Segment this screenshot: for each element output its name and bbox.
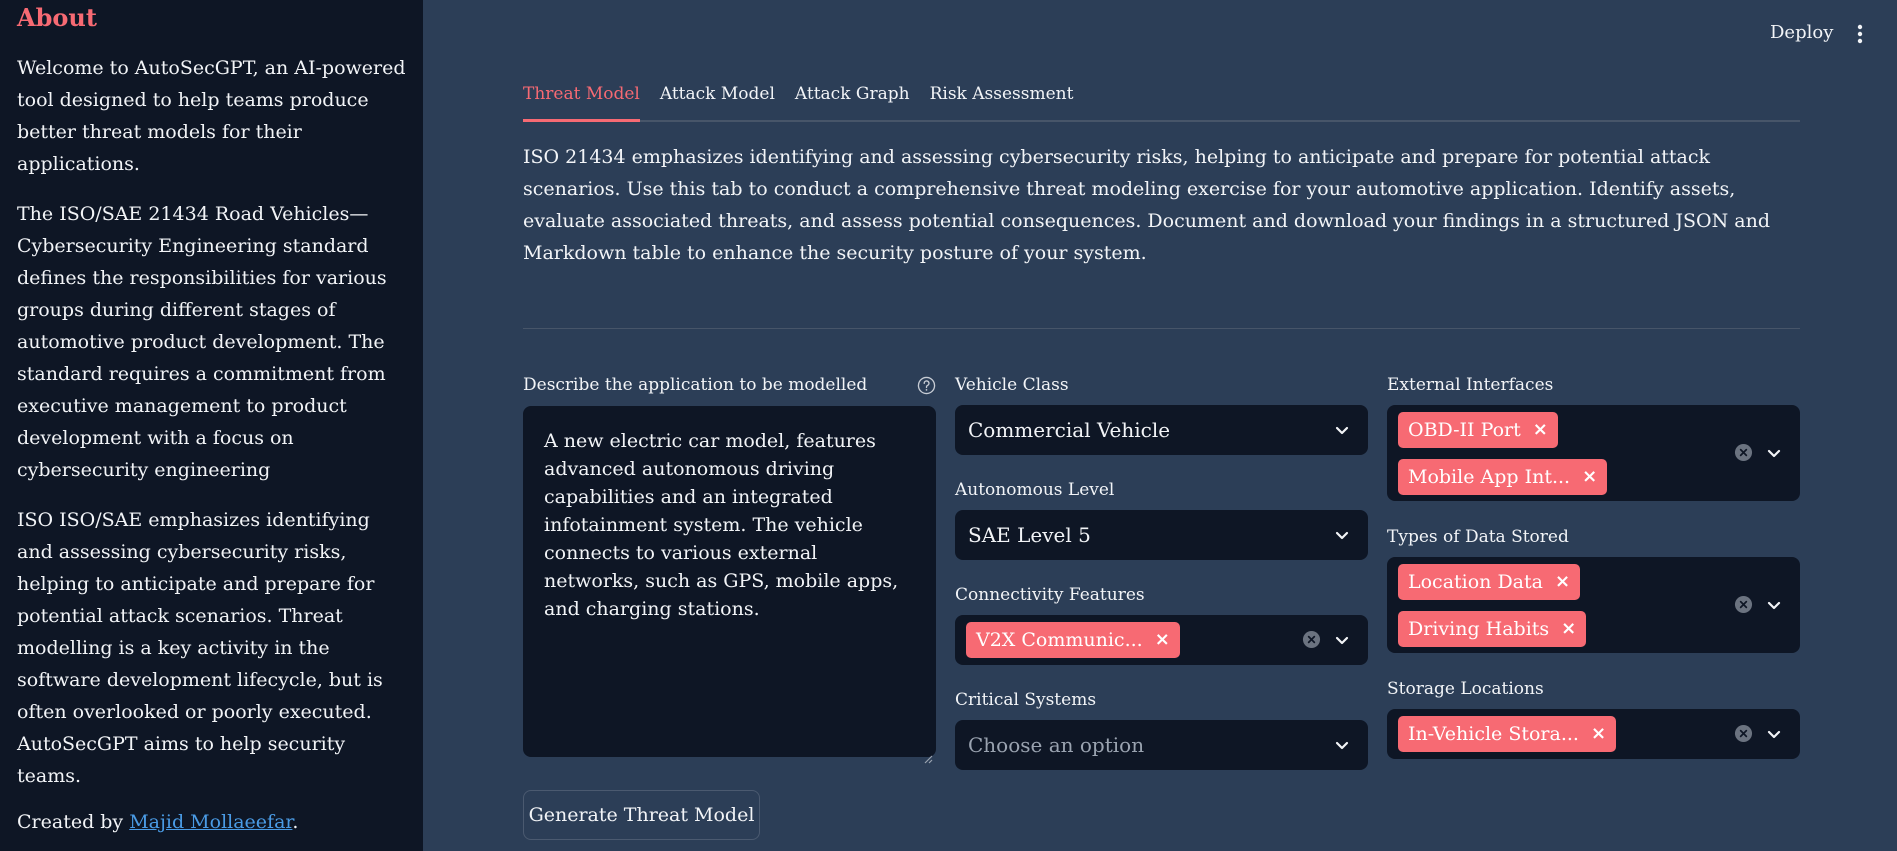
data-stored-multiselect[interactable]: Location Data × Driving Habits × — [1387, 557, 1800, 653]
chevron-down-icon — [1765, 444, 1783, 462]
credit-suffix: . — [292, 811, 299, 833]
chip-remove-icon[interactable]: × — [1155, 622, 1170, 658]
external-interface-chip[interactable]: Mobile App Int... × — [1398, 459, 1608, 495]
description-value: A new electric car model, features advan… — [544, 430, 899, 620]
chip-label: In-Vehicle Stora... — [1408, 723, 1579, 745]
data-stored-chip[interactable]: Location Data × — [1398, 564, 1581, 600]
sidebar-title: About — [17, 3, 97, 32]
sidebar-paragraph-iso: ISO ISO/SAE emphasizes identifying and a… — [17, 509, 383, 787]
critical-systems-label: Critical Systems — [955, 690, 1097, 710]
generate-threat-model-button[interactable]: Generate Threat Model — [523, 790, 760, 840]
clear-icon[interactable] — [1734, 724, 1753, 743]
resize-handle-icon[interactable] — [923, 744, 933, 764]
chevron-down-icon — [1765, 725, 1783, 743]
clear-icon[interactable] — [1734, 595, 1753, 614]
chevron-down-icon — [1333, 526, 1351, 544]
vehicle-class-select[interactable]: Commercial Vehicle — [955, 405, 1368, 455]
intro-text: ISO 21434 emphasizes identifying and ass… — [523, 146, 1770, 264]
external-interface-chip[interactable]: OBD-II Port × — [1398, 412, 1558, 448]
sidebar-credit: Created by Majid Mollaeefar. — [17, 806, 406, 838]
connectivity-chip[interactable]: V2X Communic... × — [966, 622, 1180, 658]
data-stored-chip[interactable]: Driving Habits × — [1398, 611, 1587, 647]
critical-systems-select[interactable]: Choose an option — [955, 720, 1368, 770]
chip-remove-icon[interactable]: × — [1561, 611, 1576, 647]
chip-remove-icon[interactable]: × — [1591, 716, 1606, 752]
help-icon[interactable] — [917, 376, 936, 395]
kebab-menu-icon[interactable] — [1848, 22, 1872, 46]
connectivity-label: Connectivity Features — [955, 585, 1145, 605]
sidebar-paragraph-welcome: Welcome to AutoSecGPT, an AI-powered too… — [17, 57, 406, 175]
chip-remove-icon[interactable]: × — [1533, 412, 1548, 448]
external-interfaces-label: External Interfaces — [1387, 375, 1554, 395]
chip-remove-icon[interactable]: × — [1582, 459, 1597, 495]
autonomous-level-select[interactable]: SAE Level 5 — [955, 510, 1368, 560]
tab-bar: Threat Model Attack Model Attack Graph R… — [523, 82, 1800, 122]
storage-locations-label: Storage Locations — [1387, 679, 1544, 699]
autonomous-level-value: SAE Level 5 — [968, 523, 1091, 547]
storage-locations-multiselect[interactable]: In-Vehicle Stora... × — [1387, 709, 1800, 759]
chip-remove-icon[interactable]: × — [1555, 564, 1570, 600]
connectivity-multiselect[interactable]: V2X Communic... × — [955, 615, 1368, 665]
tab-attack-model[interactable]: Attack Model — [660, 82, 775, 122]
deploy-button[interactable]: Deploy — [1770, 22, 1833, 43]
chevron-down-icon — [1333, 736, 1351, 754]
chip-label: Driving Habits — [1408, 618, 1550, 640]
critical-systems-placeholder: Choose an option — [968, 733, 1145, 757]
chevron-down-icon — [1333, 421, 1351, 439]
sidebar-paragraph-standard: The ISO/SAE 21434 Road Vehicles—Cybersec… — [17, 203, 387, 481]
data-stored-label: Types of Data Stored — [1387, 527, 1569, 547]
description-label: Describe the application to be modelled — [523, 375, 868, 395]
credit-prefix: Created by — [17, 811, 130, 833]
tab-attack-graph[interactable]: Attack Graph — [795, 82, 910, 122]
chip-label: OBD-II Port — [1408, 419, 1521, 441]
divider — [523, 328, 1800, 329]
author-link[interactable]: Majid Mollaeefar — [129, 811, 292, 833]
chip-label: Mobile App Int... — [1408, 466, 1571, 488]
description-textarea[interactable]: A new electric car model, features advan… — [523, 406, 936, 764]
sidebar: About Welcome to AutoSecGPT, an AI-power… — [0, 0, 423, 851]
chevron-down-icon — [1333, 631, 1351, 649]
chip-label: V2X Communic... — [976, 629, 1143, 651]
vehicle-class-value: Commercial Vehicle — [968, 418, 1171, 442]
clear-icon[interactable] — [1734, 443, 1753, 462]
chip-label: Location Data — [1408, 571, 1543, 593]
clear-icon[interactable] — [1302, 630, 1321, 649]
tab-threat-model[interactable]: Threat Model — [523, 82, 640, 122]
storage-location-chip[interactable]: In-Vehicle Stora... × — [1398, 716, 1617, 752]
autonomous-level-label: Autonomous Level — [955, 480, 1115, 500]
chevron-down-icon — [1765, 596, 1783, 614]
external-interfaces-multiselect[interactable]: OBD-II Port × Mobile App Int... × — [1387, 405, 1800, 501]
tab-risk-assessment[interactable]: Risk Assessment — [930, 82, 1074, 122]
vehicle-class-label: Vehicle Class — [955, 375, 1069, 395]
